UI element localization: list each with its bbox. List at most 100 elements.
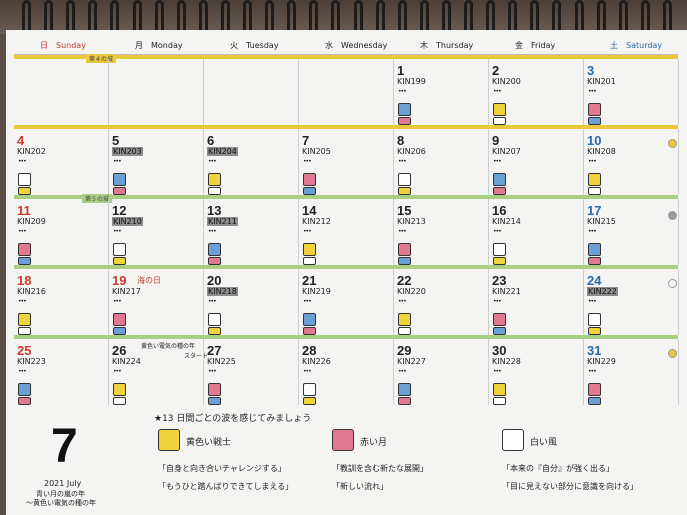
binding-ring <box>353 0 363 30</box>
binding-ring <box>176 0 186 30</box>
kin-number: KIN219 <box>302 287 331 296</box>
tone-dots: ••• <box>303 228 312 235</box>
seal-glyph <box>18 173 31 186</box>
day-cell[interactable]: 28 KIN226 ••• <box>299 339 394 405</box>
kin-number: KIN228 <box>492 357 521 366</box>
kin-number: KIN206 <box>397 147 426 156</box>
day-cell[interactable]: 11 KIN209 ••• <box>14 199 109 265</box>
day-cell[interactable]: 3 KIN201 ••• <box>584 59 679 125</box>
day-cell[interactable]: 20 KIN218 ••• <box>204 269 299 335</box>
binding-ring <box>88 0 98 30</box>
day-cell[interactable]: 14 KIN212 ••• <box>299 199 394 265</box>
seal-glyph <box>493 173 506 186</box>
kin-number: KIN226 <box>302 357 331 366</box>
binding-ring <box>265 0 275 30</box>
tone-dots: ••• <box>303 368 312 375</box>
day-number: 10 <box>587 133 602 148</box>
day-cell[interactable]: 13 KIN211 ••• <box>204 199 299 265</box>
kin-number: KIN207 <box>492 147 521 156</box>
seal-glyph <box>493 383 506 396</box>
kin-number: KIN217 <box>112 287 141 296</box>
day-cell[interactable]: 6 KIN204 ••• <box>204 129 299 195</box>
guide-glyph <box>493 257 506 265</box>
day-cell[interactable]: 15 KIN213 ••• <box>394 199 489 265</box>
week-row: 4 KIN202 ••• 5 KIN203 ••• 6 KIN204 ••• 7 KIN205 •••… <box>14 125 679 195</box>
seal-glyph <box>398 383 411 396</box>
guide-glyph <box>208 257 221 265</box>
guide-glyph <box>303 327 316 335</box>
day-cell[interactable]: 29 KIN227 ••• <box>394 339 489 405</box>
day-cell[interactable]: 17 KIN215 ••• <box>584 199 679 265</box>
day-cell[interactable]: 31 KIN229 ••• <box>584 339 679 405</box>
binding-ring <box>331 0 341 30</box>
day-number: 5 <box>112 133 120 148</box>
day-cell[interactable] <box>204 59 299 125</box>
day-cell[interactable]: 18 KIN216 ••• <box>14 269 109 335</box>
day-cell[interactable]: 26 KIN224 ••• 黄色い電気の種の年 <box>109 339 204 405</box>
guide-glyph <box>398 257 411 265</box>
guide-glyph <box>398 117 411 125</box>
day-header: 土 Saturday <box>610 40 662 54</box>
tone-dots: ••• <box>493 298 502 305</box>
day-cell[interactable]: 30 KIN228 ••• <box>489 339 584 405</box>
day-cell[interactable]: 10 KIN208 ••• <box>584 129 679 195</box>
cell-note: スタート <box>184 353 209 360</box>
day-cell[interactable]: 22 KIN220 ••• <box>394 269 489 335</box>
seal-glyph <box>303 243 316 256</box>
tone-dots: ••• <box>493 158 502 165</box>
day-cell[interactable]: 4 KIN202 ••• <box>14 129 109 195</box>
tone-dots: ••• <box>493 228 502 235</box>
day-number: 11 <box>17 203 31 218</box>
day-cell[interactable]: 19 海の日 KIN217 ••• <box>109 269 204 335</box>
day-cell[interactable]: 7 KIN205 ••• <box>299 129 394 195</box>
seal-glyph <box>493 243 506 256</box>
tone-dots: ••• <box>208 368 217 375</box>
day-cell[interactable] <box>299 59 394 125</box>
day-cell[interactable]: 12 KIN210 ••• <box>109 199 204 265</box>
guide-glyph <box>18 327 31 335</box>
day-cell[interactable]: 9 KIN207 ••• <box>489 129 584 195</box>
day-header-en: Monday <box>151 41 183 50</box>
guide-glyph <box>588 327 601 335</box>
seal-glyph <box>208 383 221 396</box>
seal-glyph <box>398 103 411 116</box>
day-number: 1 <box>397 63 405 78</box>
legend-quote: 「本来の『自分』が強く出る」 <box>502 464 614 473</box>
day-number: 9 <box>492 133 500 148</box>
day-cell[interactable]: 2 KIN200 ••• <box>489 59 584 125</box>
seal-glyph <box>398 243 411 256</box>
kin-number: KIN229 <box>587 357 616 366</box>
day-number: 2 <box>492 63 500 78</box>
day-cell[interactable]: 8 KIN206 ••• <box>394 129 489 195</box>
seal-glyph <box>208 243 221 256</box>
year-month-label: 2021 July <box>44 479 82 488</box>
kin-number: KIN200 <box>492 77 521 86</box>
day-cell[interactable] <box>14 59 109 125</box>
day-cell[interactable] <box>109 59 204 125</box>
tone-dots: ••• <box>398 368 407 375</box>
day-header-en: Sunday <box>56 41 86 50</box>
seal-glyph <box>588 243 601 256</box>
tone-dots: ••• <box>113 298 122 305</box>
day-cell[interactable]: 25 KIN223 ••• <box>14 339 109 405</box>
day-header: 水 Wednesday <box>325 40 387 54</box>
day-number: 15 <box>397 203 412 218</box>
seal-glyph <box>18 313 31 326</box>
seal-glyph <box>493 313 506 326</box>
guide-glyph <box>303 187 316 195</box>
day-cell[interactable]: 21 KIN219 ••• <box>299 269 394 335</box>
binding-ring <box>574 0 584 30</box>
day-cell[interactable]: 23 KIN221 ••• <box>489 269 584 335</box>
day-cell[interactable]: 1 KIN199 ••• <box>394 59 489 125</box>
binding-ring <box>375 0 385 30</box>
day-header-jp: 火 <box>230 41 238 50</box>
day-cell[interactable]: 27 KIN225 ••• スタート <box>184 339 299 405</box>
day-number: 6 <box>207 133 215 148</box>
legend-quote: 「目に見えない部分に意識を向ける」 <box>502 482 638 491</box>
day-cell[interactable]: 5 KIN203 ••• <box>109 129 204 195</box>
legend-quote: 「教訓を含む新たな展開」 <box>332 464 428 473</box>
day-cell[interactable]: 16 KIN214 ••• <box>489 199 584 265</box>
seal-glyph <box>18 243 31 256</box>
day-cell[interactable]: 24 KIN222 ••• <box>584 269 679 335</box>
binding-ring <box>44 0 54 30</box>
